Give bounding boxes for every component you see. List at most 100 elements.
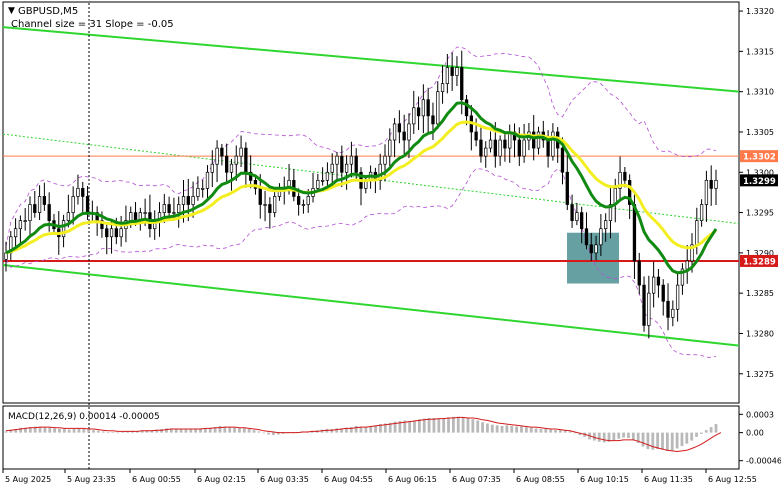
candle (421, 84, 426, 134)
candle-down-body (47, 204, 51, 221)
candle-down-body (450, 67, 454, 76)
macd-histogram-bar (432, 417, 436, 433)
candle (9, 231, 13, 261)
candle-down-body (517, 139, 521, 157)
macd-label: MACD(12,26,9) 0.00014 -0.00005 (8, 412, 160, 422)
candle-down-body (225, 155, 229, 173)
candle-up-body (421, 99, 426, 117)
macd-histogram-bar (121, 432, 125, 433)
candle-down-body (105, 228, 109, 238)
macd-histogram-bar (641, 432, 645, 447)
candle-up-body (181, 196, 186, 205)
y-tick-label: 1.3305 (746, 128, 774, 137)
candle (397, 110, 402, 144)
macd-histogram-bar (77, 428, 81, 433)
macd-histogram-bar (456, 416, 460, 433)
macd-histogram-bar (685, 432, 689, 444)
candle-down-body (709, 179, 713, 189)
candle-up-body (484, 147, 488, 157)
candle-down-body (397, 123, 402, 133)
candle-up-body (695, 220, 699, 246)
macd-histogram-bar (695, 432, 698, 437)
candle-up-body (109, 228, 114, 238)
candle (570, 194, 574, 228)
candle (330, 153, 334, 183)
candle-down-body (666, 300, 670, 318)
x-tick-label: 6 Aug 07:35 (452, 475, 501, 484)
candle (651, 261, 656, 308)
candle-up-body (407, 123, 411, 141)
macd-histogram-bar (529, 427, 533, 433)
macd-histogram-bar (670, 432, 674, 451)
candle (512, 123, 517, 158)
candle-up-body (685, 260, 689, 270)
candle-down-body (426, 99, 430, 117)
macd-histogram-bar (471, 419, 475, 433)
macd-histogram-bar (520, 426, 523, 433)
candle (541, 120, 545, 148)
indicator-label: Channel size = 31 Slope = -0.05 (11, 19, 174, 30)
candle-down-body (565, 171, 569, 205)
candle (42, 182, 47, 211)
x-tick-label: 5 Aug 2025 (5, 475, 51, 484)
candle-down-body (186, 196, 190, 205)
candle-down-body (474, 131, 478, 141)
candle-up-body (143, 212, 147, 214)
macd-histogram-bar (617, 432, 621, 439)
candle-up-body (675, 284, 680, 310)
candle (215, 140, 219, 183)
candle-up-body (599, 228, 603, 246)
candle-up-body (316, 179, 320, 189)
macd-histogram-bar (189, 428, 193, 433)
macd-histogram-bar (427, 417, 431, 433)
macd-histogram-bar (524, 427, 528, 433)
macd-histogram-bar (554, 430, 557, 433)
candle-up-body (440, 83, 445, 93)
candle (354, 148, 358, 182)
candle-down-body (623, 171, 627, 181)
candle (244, 142, 248, 188)
candle-down-body (33, 204, 37, 213)
macd-histogram-bar (53, 428, 57, 433)
candle (479, 126, 483, 163)
candle-up-body (412, 107, 416, 125)
candle-up-body (229, 163, 234, 173)
macd-histogram-bar (228, 427, 232, 433)
candle-up-body (301, 204, 306, 206)
candle-up-body (210, 163, 214, 173)
macd-histogram-bar (43, 427, 47, 433)
candle (229, 158, 234, 191)
candle-up-body (330, 163, 334, 173)
macd-histogram-bar (174, 428, 178, 433)
macd-histogram-bar (500, 425, 504, 433)
candle-up-body (234, 155, 238, 165)
candle-up-body (272, 196, 277, 213)
y-tick-label: 1.3310 (746, 88, 774, 97)
candle-up-body (392, 123, 397, 141)
candle (656, 269, 661, 298)
candle-up-body (704, 179, 709, 205)
candle (85, 185, 90, 220)
candle (311, 172, 315, 203)
support-zone (567, 232, 619, 284)
macd-histogram-bar (661, 432, 664, 450)
candle-down-body (661, 284, 665, 302)
macd-histogram-bar (704, 430, 708, 433)
macd-histogram-bar (87, 429, 91, 433)
dropdown-arrow-icon[interactable]: ▼ (8, 6, 15, 16)
macd-histogram-bar (597, 432, 601, 442)
macd-histogram-bar (549, 429, 553, 433)
macd-histogram-bar (354, 425, 358, 433)
candle (680, 263, 685, 295)
candle-up-body (239, 147, 243, 157)
candle-down-body (85, 196, 90, 213)
candle (148, 194, 152, 238)
macd-histogram-bar (67, 429, 71, 433)
candle (469, 105, 473, 151)
candle (37, 185, 42, 221)
candle (484, 141, 488, 168)
candle (450, 52, 454, 91)
candle (359, 167, 363, 206)
candle (508, 124, 512, 163)
current-price-tag: 1.3299 (743, 177, 776, 187)
